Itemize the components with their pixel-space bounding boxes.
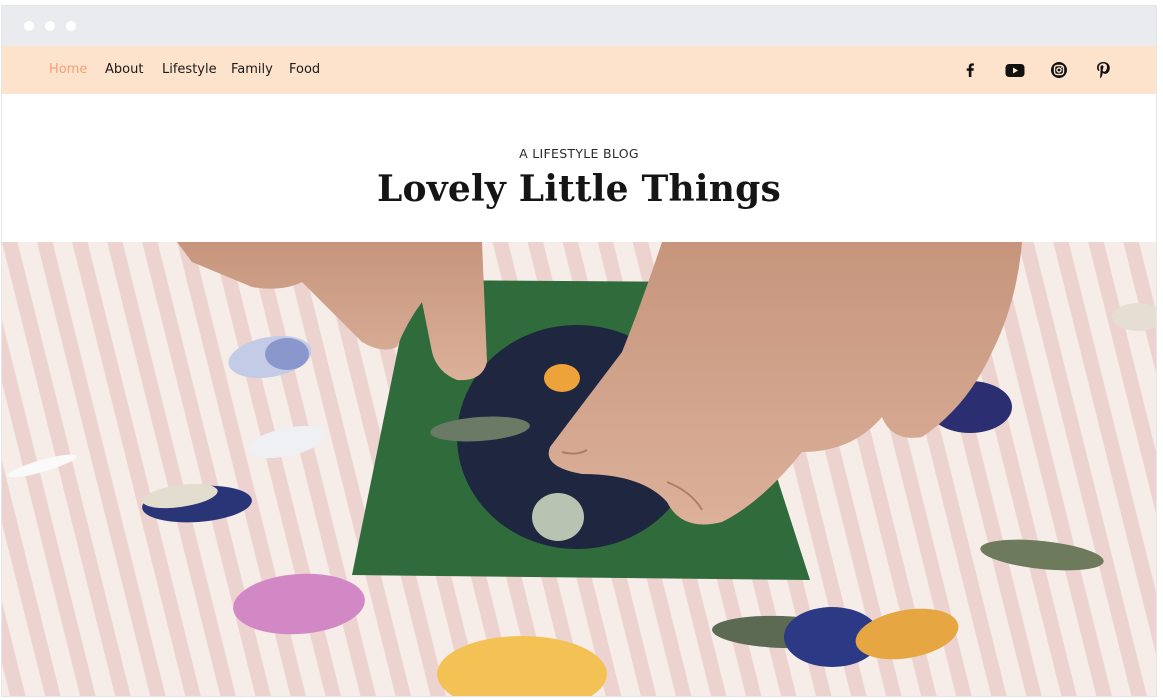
youtube-icon[interactable] [1003, 58, 1027, 82]
hero-image [2, 242, 1156, 696]
window-dot [24, 21, 34, 31]
nav-link-food[interactable]: Food [289, 62, 320, 77]
window-dot [45, 21, 55, 31]
site-header: A LIFESTYLE BLOG Lovely Little Things [2, 94, 1156, 242]
header-kicker: A LIFESTYLE BLOG [519, 146, 639, 161]
nav-link-lifestyle[interactable]: Lifestyle [162, 62, 217, 77]
nav-link-family[interactable]: Family [231, 62, 273, 77]
site-title[interactable]: Lovely Little Things [2, 168, 1156, 210]
pinterest-icon[interactable] [1091, 58, 1115, 82]
top-navigation: Home About Lifestyle Family Food [2, 46, 1156, 94]
browser-chrome [2, 6, 1156, 46]
instagram-icon[interactable] [1047, 58, 1071, 82]
browser-frame: Home About Lifestyle Family Food A LIFES… [2, 6, 1156, 696]
nav-link-about[interactable]: About [105, 62, 143, 77]
window-dot [66, 21, 76, 31]
nav-link-home[interactable]: Home [49, 62, 87, 77]
facebook-icon[interactable] [958, 58, 982, 82]
